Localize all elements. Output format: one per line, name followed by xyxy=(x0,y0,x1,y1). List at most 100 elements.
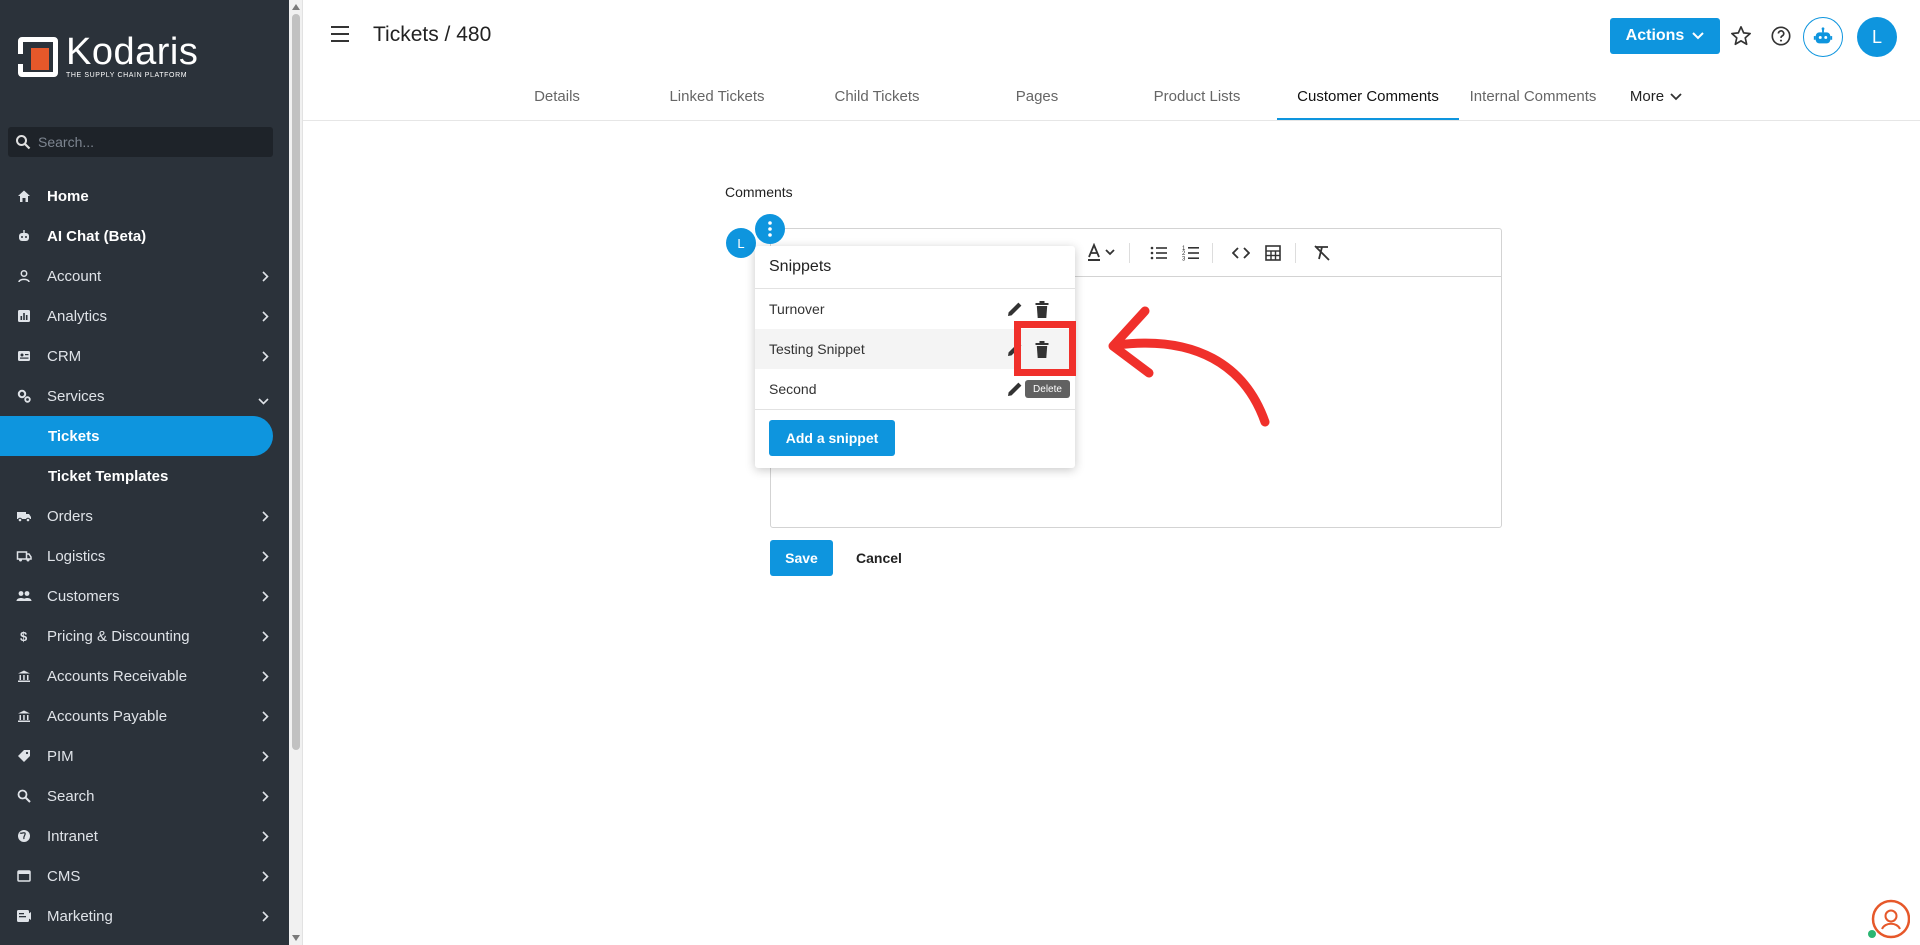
sidebar-item-label: Account xyxy=(47,267,102,285)
support-chat-icon[interactable] xyxy=(1865,895,1910,940)
sidebar-item-label: Search xyxy=(47,787,95,805)
tab-label: Internal Comments xyxy=(1469,87,1597,105)
tab-product-lists[interactable]: Product Lists xyxy=(1117,72,1277,120)
chevron-right-icon xyxy=(262,269,269,286)
shipping-icon xyxy=(16,548,32,564)
sidebar-item-label: Orders xyxy=(47,507,93,525)
tab-customer-comments[interactable]: Customer Comments xyxy=(1277,72,1459,120)
sidebar-item-customers[interactable]: Customers xyxy=(0,576,289,616)
kodaris-logo[interactable]: Kodaris THE SUPPLY CHAIN PLATFORM xyxy=(17,31,199,79)
tab-label: More xyxy=(1629,87,1665,105)
contact-card-icon xyxy=(16,348,32,364)
delete-tooltip: Delete xyxy=(1025,380,1070,398)
sidebar-item-label: AI Chat (Beta) xyxy=(47,227,147,245)
dollar-icon: $ xyxy=(16,628,32,644)
edit-pencil-icon[interactable] xyxy=(1005,379,1025,399)
sidebar-item-label: Tickets xyxy=(48,427,100,445)
edit-pencil-icon[interactable] xyxy=(1005,299,1025,319)
page-title: Tickets / 480 xyxy=(373,23,492,46)
user-avatar[interactable]: L xyxy=(1857,17,1897,57)
save-button[interactable]: Save xyxy=(770,540,833,576)
svg-text:$: $ xyxy=(20,629,28,643)
sidebar-item-label: Intranet xyxy=(47,827,98,845)
tab-internal-comments[interactable]: Internal Comments xyxy=(1459,72,1607,120)
scrollbar-thumb[interactable] xyxy=(292,14,300,750)
sidebar-item-orders[interactable]: Orders xyxy=(0,496,289,536)
kodaris-logo-mark xyxy=(17,36,58,77)
sidebar-nav: Home AI Chat (Beta) Account Analytics CRM Ser… xyxy=(0,176,289,936)
actions-button[interactable]: Actions xyxy=(1610,18,1720,54)
chevron-right-icon xyxy=(262,749,269,766)
scroll-down-arrow-icon[interactable] xyxy=(292,935,300,941)
annotation-highlight-box xyxy=(1014,321,1076,376)
sidebar-item-intranet[interactable]: Intranet xyxy=(0,816,289,856)
chevron-right-icon xyxy=(262,789,269,806)
tab-bar: Details Linked Tickets Child Tickets Pages P… xyxy=(477,72,1705,120)
numbered-list-icon[interactable]: 123 xyxy=(1181,243,1201,263)
sidebar-item-services[interactable]: Services xyxy=(0,376,289,416)
sidebar-search-input[interactable] xyxy=(38,134,258,150)
sidebar: Kodaris THE SUPPLY CHAIN PLATFORM Home AI… xyxy=(0,0,289,945)
snippet-name: Second xyxy=(769,381,817,397)
scroll-up-arrow-icon[interactable] xyxy=(292,4,300,10)
text-color-icon[interactable] xyxy=(1084,243,1120,263)
snippet-name: Turnover xyxy=(769,301,825,317)
bulleted-list-icon[interactable] xyxy=(1149,243,1169,263)
sidebar-item-accounts-receivable[interactable]: Accounts Receivable xyxy=(0,656,289,696)
search-icon xyxy=(16,788,32,804)
gears-icon xyxy=(16,388,32,404)
sidebar-item-search[interactable]: Search xyxy=(0,776,289,816)
sidebar-item-logistics[interactable]: Logistics xyxy=(0,536,289,576)
snippets-title: Snippets xyxy=(769,258,832,275)
tab-more[interactable]: More xyxy=(1607,72,1705,120)
sidebar-item-label: Logistics xyxy=(47,547,106,565)
tab-child-tickets[interactable]: Child Tickets xyxy=(797,72,957,120)
sidebar-item-analytics[interactable]: Analytics xyxy=(0,296,289,336)
help-icon[interactable] xyxy=(1769,24,1793,48)
sidebar-item-label: Accounts Receivable xyxy=(47,667,188,685)
sidebar-item-accounts-payable[interactable]: Accounts Payable xyxy=(0,696,289,736)
add-snippet-button[interactable]: Add a snippet xyxy=(769,420,895,456)
ai-assistant-robot-icon[interactable] xyxy=(1803,17,1843,57)
sidebar-item-marketing[interactable]: Marketing xyxy=(0,896,289,936)
sidebar-item-ai-chat-beta[interactable]: AI Chat (Beta) xyxy=(0,216,289,256)
star-icon[interactable] xyxy=(1729,24,1753,48)
tab-details[interactable]: Details xyxy=(477,72,637,120)
tab-label: Customer Comments xyxy=(1297,87,1439,105)
chevron-right-icon xyxy=(262,549,269,566)
sidebar-item-ticket-templates[interactable]: Ticket Templates xyxy=(0,456,289,496)
chevron-down-icon xyxy=(1670,88,1682,105)
hamburger-menu-icon[interactable] xyxy=(331,26,353,46)
sidebar-item-home[interactable]: Home xyxy=(0,176,289,216)
code-icon[interactable] xyxy=(1231,243,1251,263)
tab-label: Linked Tickets xyxy=(669,87,765,105)
tab-pages[interactable]: Pages xyxy=(957,72,1117,120)
toolbar-separator xyxy=(1295,243,1296,263)
delete-trash-icon[interactable] xyxy=(1032,299,1052,319)
sidebar-item-account[interactable]: Account xyxy=(0,256,289,296)
sidebar-search xyxy=(8,127,273,157)
table-icon[interactable] xyxy=(1263,243,1283,263)
sidebar-item-crm[interactable]: CRM xyxy=(0,336,289,376)
sidebar-item-pricing-discounting[interactable]: $ Pricing & Discounting xyxy=(0,616,289,656)
more-options-kebab-icon[interactable] xyxy=(755,214,785,244)
sidebar-item-pim[interactable]: PIM xyxy=(0,736,289,776)
tab-label: Child Tickets xyxy=(834,87,920,105)
chevron-right-icon xyxy=(262,709,269,726)
sidebar-item-tickets[interactable]: Tickets xyxy=(0,416,273,456)
tabs-divider xyxy=(303,120,1920,121)
clear-formatting-icon[interactable] xyxy=(1312,243,1332,263)
tab-linked-tickets[interactable]: Linked Tickets xyxy=(637,72,797,120)
chevron-right-icon xyxy=(262,869,269,886)
logo-name: Kodaris xyxy=(66,31,199,73)
comment-user-avatar: L xyxy=(726,228,756,258)
sidebar-item-cms[interactable]: CMS xyxy=(0,856,289,896)
chevron-right-icon xyxy=(262,909,269,926)
sidebar-item-label: Services xyxy=(47,387,105,405)
sidebar-scrollbar[interactable] xyxy=(289,0,303,945)
tab-label: Product Lists xyxy=(1153,87,1241,105)
logo-tagline: THE SUPPLY CHAIN PLATFORM xyxy=(66,72,188,79)
chevron-right-icon xyxy=(262,349,269,366)
cancel-button[interactable]: Cancel xyxy=(849,540,909,576)
truck-icon xyxy=(16,508,32,524)
